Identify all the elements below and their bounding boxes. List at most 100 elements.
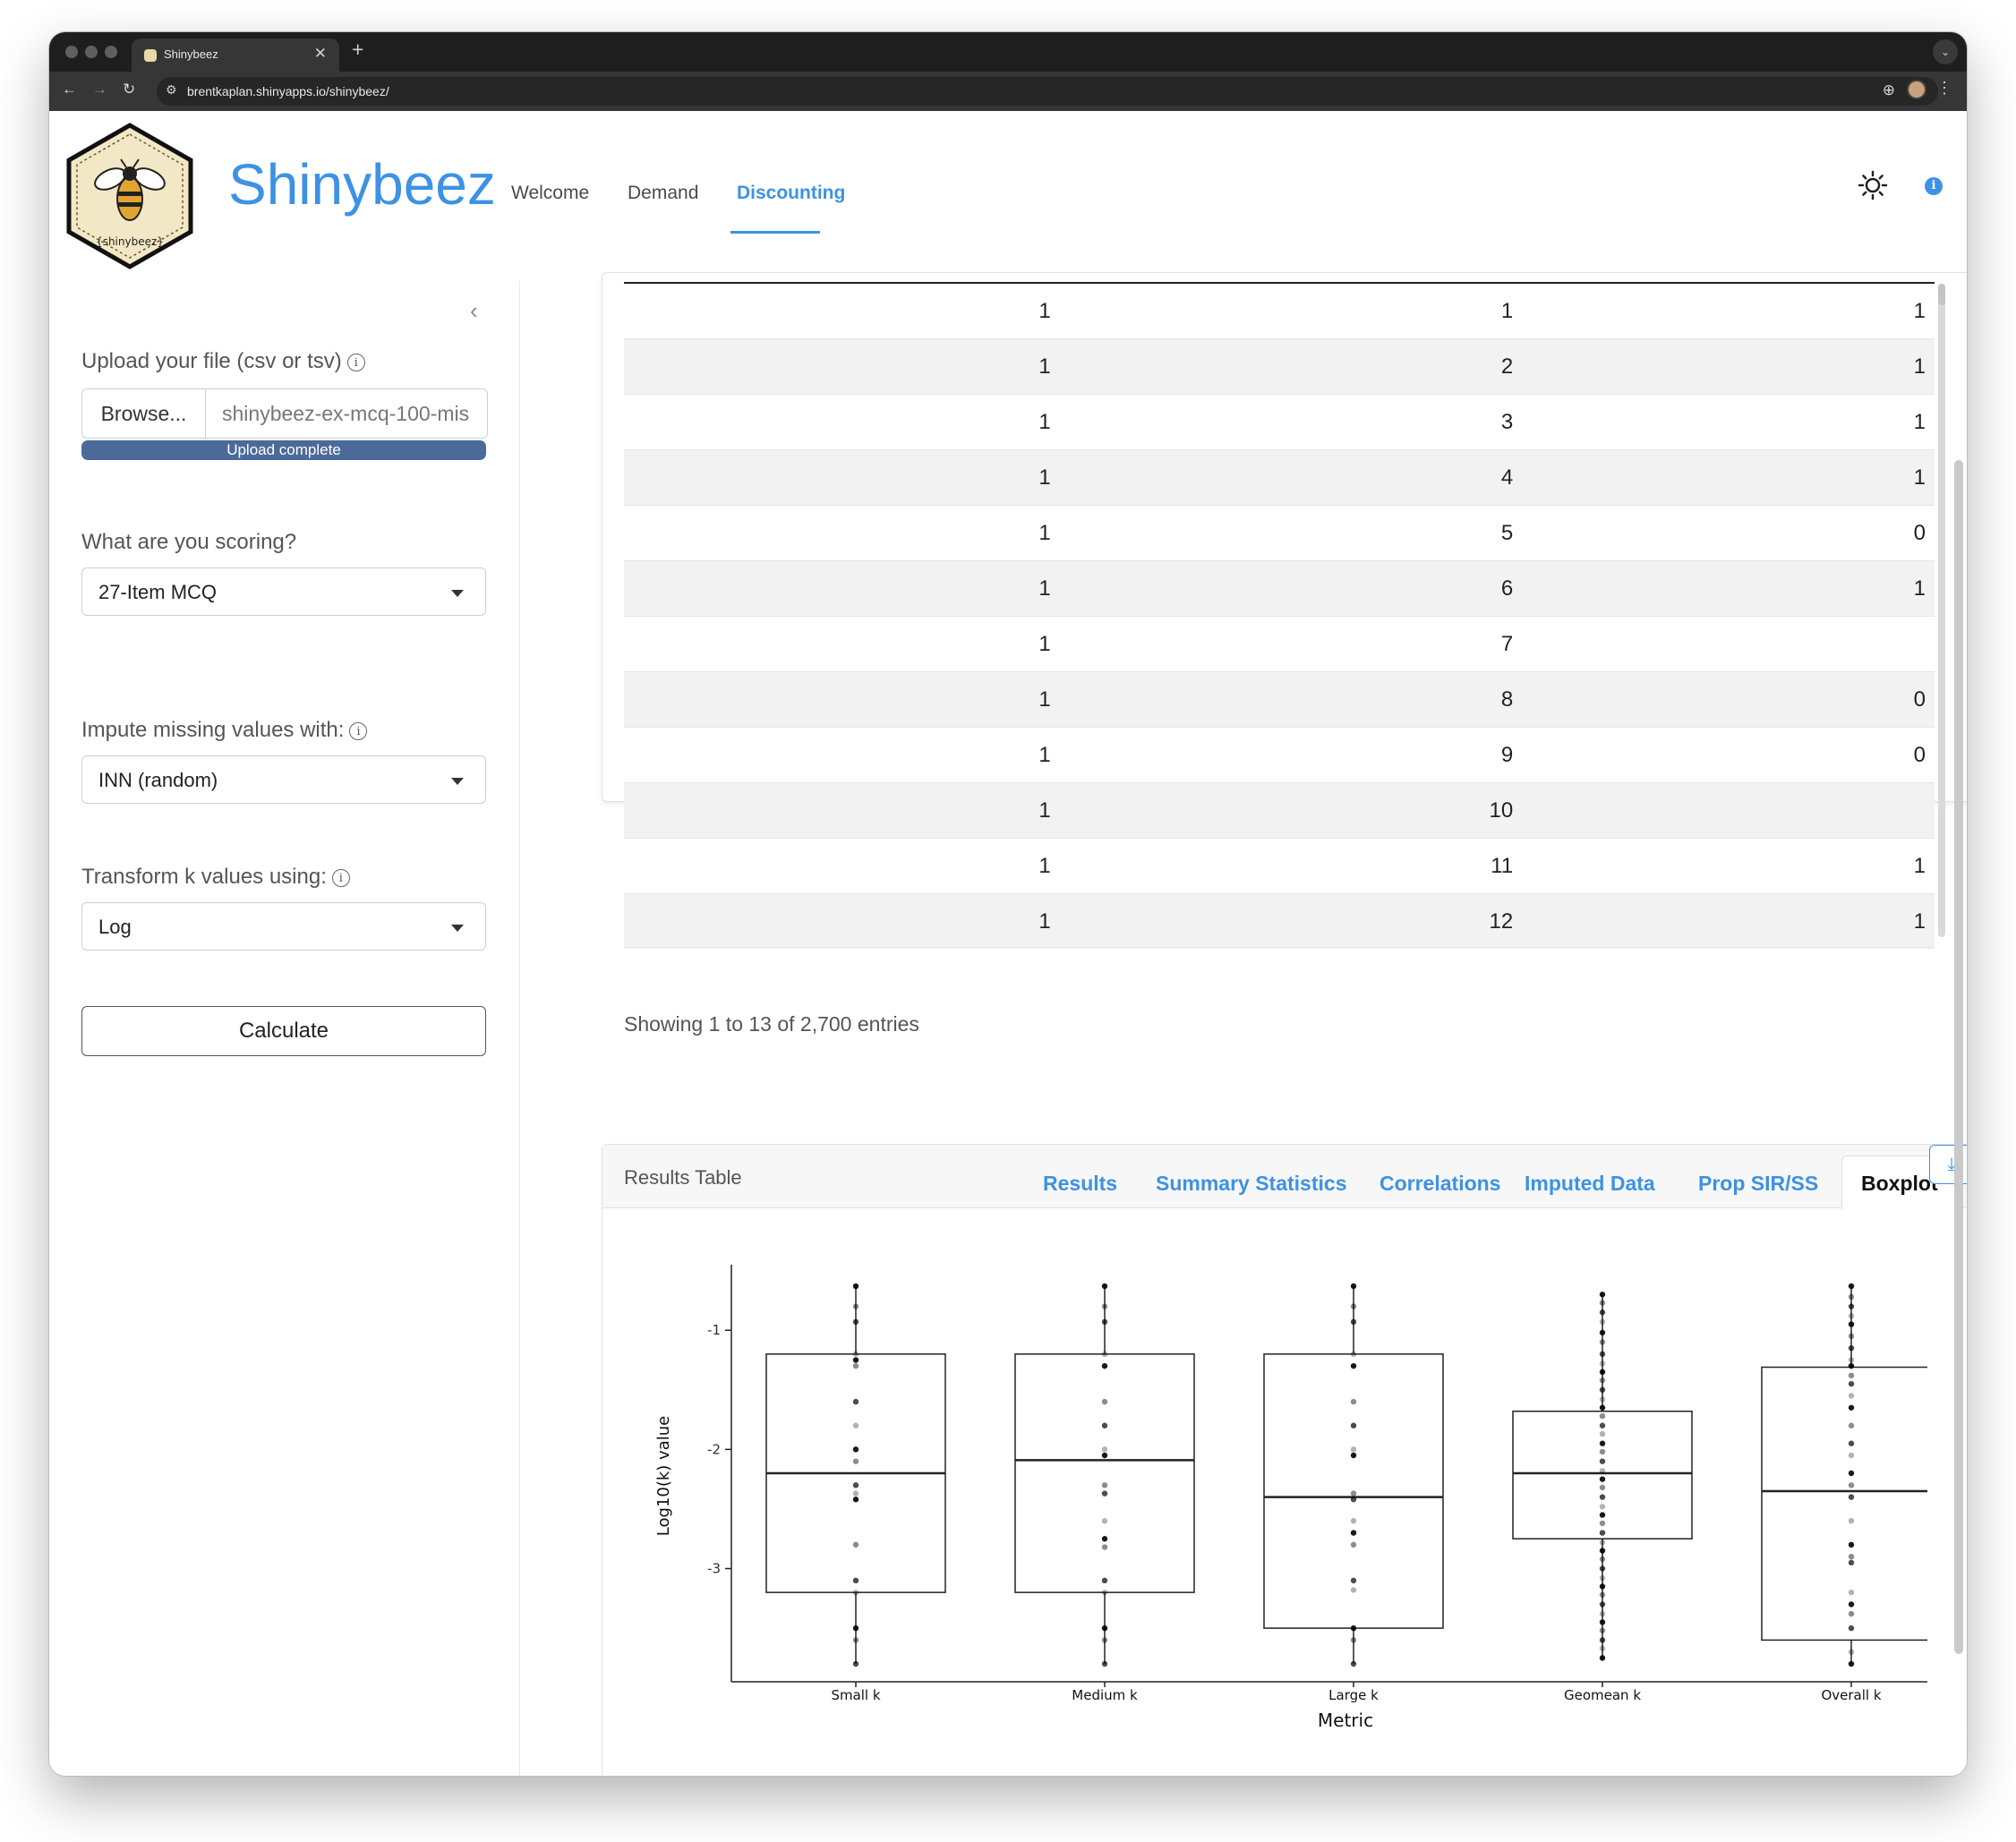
forward-arrow-icon[interactable]: → <box>92 81 107 98</box>
table-row[interactable]: 150 <box>624 505 1935 561</box>
data-point <box>1848 1293 1855 1300</box>
y-tick-label: -1 <box>707 1322 721 1338</box>
table-row[interactable]: 141 <box>624 449 1935 506</box>
table-row[interactable]: 121 <box>624 338 1935 395</box>
nav-discounting[interactable]: Discounting <box>737 183 845 204</box>
tab-correlations[interactable]: Correlations <box>1380 1172 1500 1196</box>
y-tick-label: -3 <box>707 1561 721 1577</box>
table-row[interactable]: 111 <box>624 282 1935 339</box>
table-row[interactable]: 131 <box>624 394 1935 450</box>
browser-menu-icon[interactable]: ⋮ <box>1936 79 1952 98</box>
app-brand-title[interactable]: Shinybeez <box>228 151 496 217</box>
file-name-field[interactable]: shinybeez-ex-mcq-100-mis <box>222 402 482 426</box>
table-row[interactable]: 161 <box>624 560 1935 617</box>
browse-button[interactable]: Browse... <box>82 389 206 438</box>
data-point <box>1599 1468 1606 1474</box>
file-upload-input[interactable]: Browse... shinybeez-ex-mcq-100-mis <box>81 388 488 439</box>
browser-tab[interactable]: Shinybeez ✕ <box>132 38 339 72</box>
tab-results[interactable]: Results <box>1043 1172 1117 1196</box>
data-point <box>1848 1380 1855 1387</box>
table-cell: 5 <box>1050 505 1514 561</box>
data-point <box>852 1625 859 1632</box>
sun-theme-toggle-icon[interactable] <box>1858 170 1888 200</box>
data-point <box>1848 1404 1855 1411</box>
tab-prop-sir-ss[interactable]: Prop SIR/SS <box>1698 1172 1818 1196</box>
zoom-icon[interactable]: ⊕ <box>1883 81 1895 99</box>
tab-boxplot[interactable]: Boxplot <box>1861 1172 1938 1196</box>
table-row[interactable]: 1 10 <box>624 782 1935 839</box>
data-point <box>1599 1300 1606 1306</box>
app-info-icon[interactable]: i <box>1925 177 1943 195</box>
tab-summary-statistics[interactable]: Summary Statistics <box>1156 1172 1346 1196</box>
transform-info-icon[interactable]: i <box>331 868 350 887</box>
table-cell: 4 <box>1050 449 1514 506</box>
back-arrow-icon[interactable]: ← <box>62 81 77 98</box>
transform-select[interactable]: Log <box>81 902 486 951</box>
reload-icon[interactable]: ↻ <box>123 81 135 98</box>
collapse-sidebar-chevron-icon[interactable]: ‹ <box>470 297 478 325</box>
tab-imputed-data[interactable]: Imputed Data <box>1525 1172 1655 1196</box>
table-row[interactable]: 180 <box>624 671 1935 728</box>
table-row[interactable]: 1 11 1 <box>624 838 1935 894</box>
scoring-select[interactable]: 27-Item MCQ <box>81 567 486 616</box>
page-scrollbar[interactable] <box>1954 460 1963 1654</box>
table-row[interactable]: 17 <box>624 616 1935 672</box>
impute-select-value: INN (random) <box>98 769 218 791</box>
impute-select[interactable]: INN (random) <box>81 755 486 804</box>
data-point <box>852 1422 859 1428</box>
x-tick-label: Geomean k <box>1564 1687 1641 1703</box>
table-cell <box>1513 782 1935 839</box>
tab-close-icon[interactable]: ✕ <box>314 45 327 63</box>
table-cell: 1 <box>624 893 1051 949</box>
zoom-window-dot[interactable] <box>105 46 117 58</box>
upload-info-icon[interactable]: i <box>346 353 365 371</box>
data-point <box>1599 1318 1606 1326</box>
data-point <box>852 1497 859 1503</box>
data-point <box>1848 1452 1855 1459</box>
data-table-card: 1 1 1 1 2 1 1 3 1 1 4 1 1 5 0 1 6 1 1 7 1 8 0 1 9 0 1 10 1 11 1 1 12 1 Sh… <box>602 272 1967 1036</box>
data-point <box>1350 1490 1357 1497</box>
data-point <box>1350 1283 1357 1290</box>
new-tab-icon[interactable]: + <box>352 38 363 62</box>
table-cell: 12 <box>1050 893 1514 949</box>
tab-search-chevron-icon[interactable]: ⌄ <box>1933 39 1958 64</box>
close-window-dot[interactable] <box>65 46 78 58</box>
data-point <box>1848 1559 1855 1566</box>
table-cell: 6 <box>1050 560 1514 617</box>
table-cell: 0 <box>1513 505 1935 561</box>
data-point <box>852 1482 859 1488</box>
data-point <box>852 1446 859 1453</box>
table-scrollbar[interactable] <box>1938 284 1945 937</box>
data-point <box>1599 1484 1606 1491</box>
sidebar: ‹ Upload your file (csv or tsv) i Browse.… <box>49 281 520 1776</box>
table-scroll-thumb[interactable] <box>1938 284 1945 305</box>
data-point <box>1848 1321 1855 1327</box>
data-point <box>1599 1377 1606 1384</box>
table-row[interactable]: 1 12 1 <box>624 893 1935 949</box>
site-settings-icon[interactable]: ⚙ <box>166 82 177 98</box>
data-point <box>1599 1448 1606 1455</box>
table-row[interactable]: 190 <box>624 727 1935 783</box>
calculate-button[interactable]: Calculate <box>81 1006 486 1056</box>
table-cell: 10 <box>1050 782 1514 839</box>
minimize-window-dot[interactable] <box>85 46 98 58</box>
data-point <box>1848 1554 1855 1560</box>
table-cell: 1 <box>1513 394 1935 450</box>
browser-toolbar: ← → ↻ ⚙ brentkaplan.shinyapps.io/shinybe… <box>49 72 1967 111</box>
data-point <box>1848 1313 1855 1319</box>
impute-info-icon[interactable]: i <box>349 721 368 740</box>
data-point <box>1599 1520 1606 1527</box>
data-point <box>1599 1351 1606 1358</box>
data-point <box>1599 1512 1606 1518</box>
nav-demand[interactable]: Demand <box>628 183 698 204</box>
nav-welcome[interactable]: Welcome <box>511 183 589 204</box>
favicon-icon <box>144 49 157 62</box>
box <box>1512 1411 1693 1539</box>
data-point <box>1101 1518 1108 1524</box>
profile-avatar[interactable] <box>1907 80 1926 99</box>
address-bar[interactable]: ⚙ brentkaplan.shinyapps.io/shinybeez/ ⊕ … <box>157 77 1938 106</box>
data-point <box>1350 1625 1357 1632</box>
shinybeez-logo[interactable]: {shinybeez} <box>64 122 196 270</box>
table-cell <box>1513 616 1935 672</box>
table-cell: 1 <box>624 671 1051 728</box>
